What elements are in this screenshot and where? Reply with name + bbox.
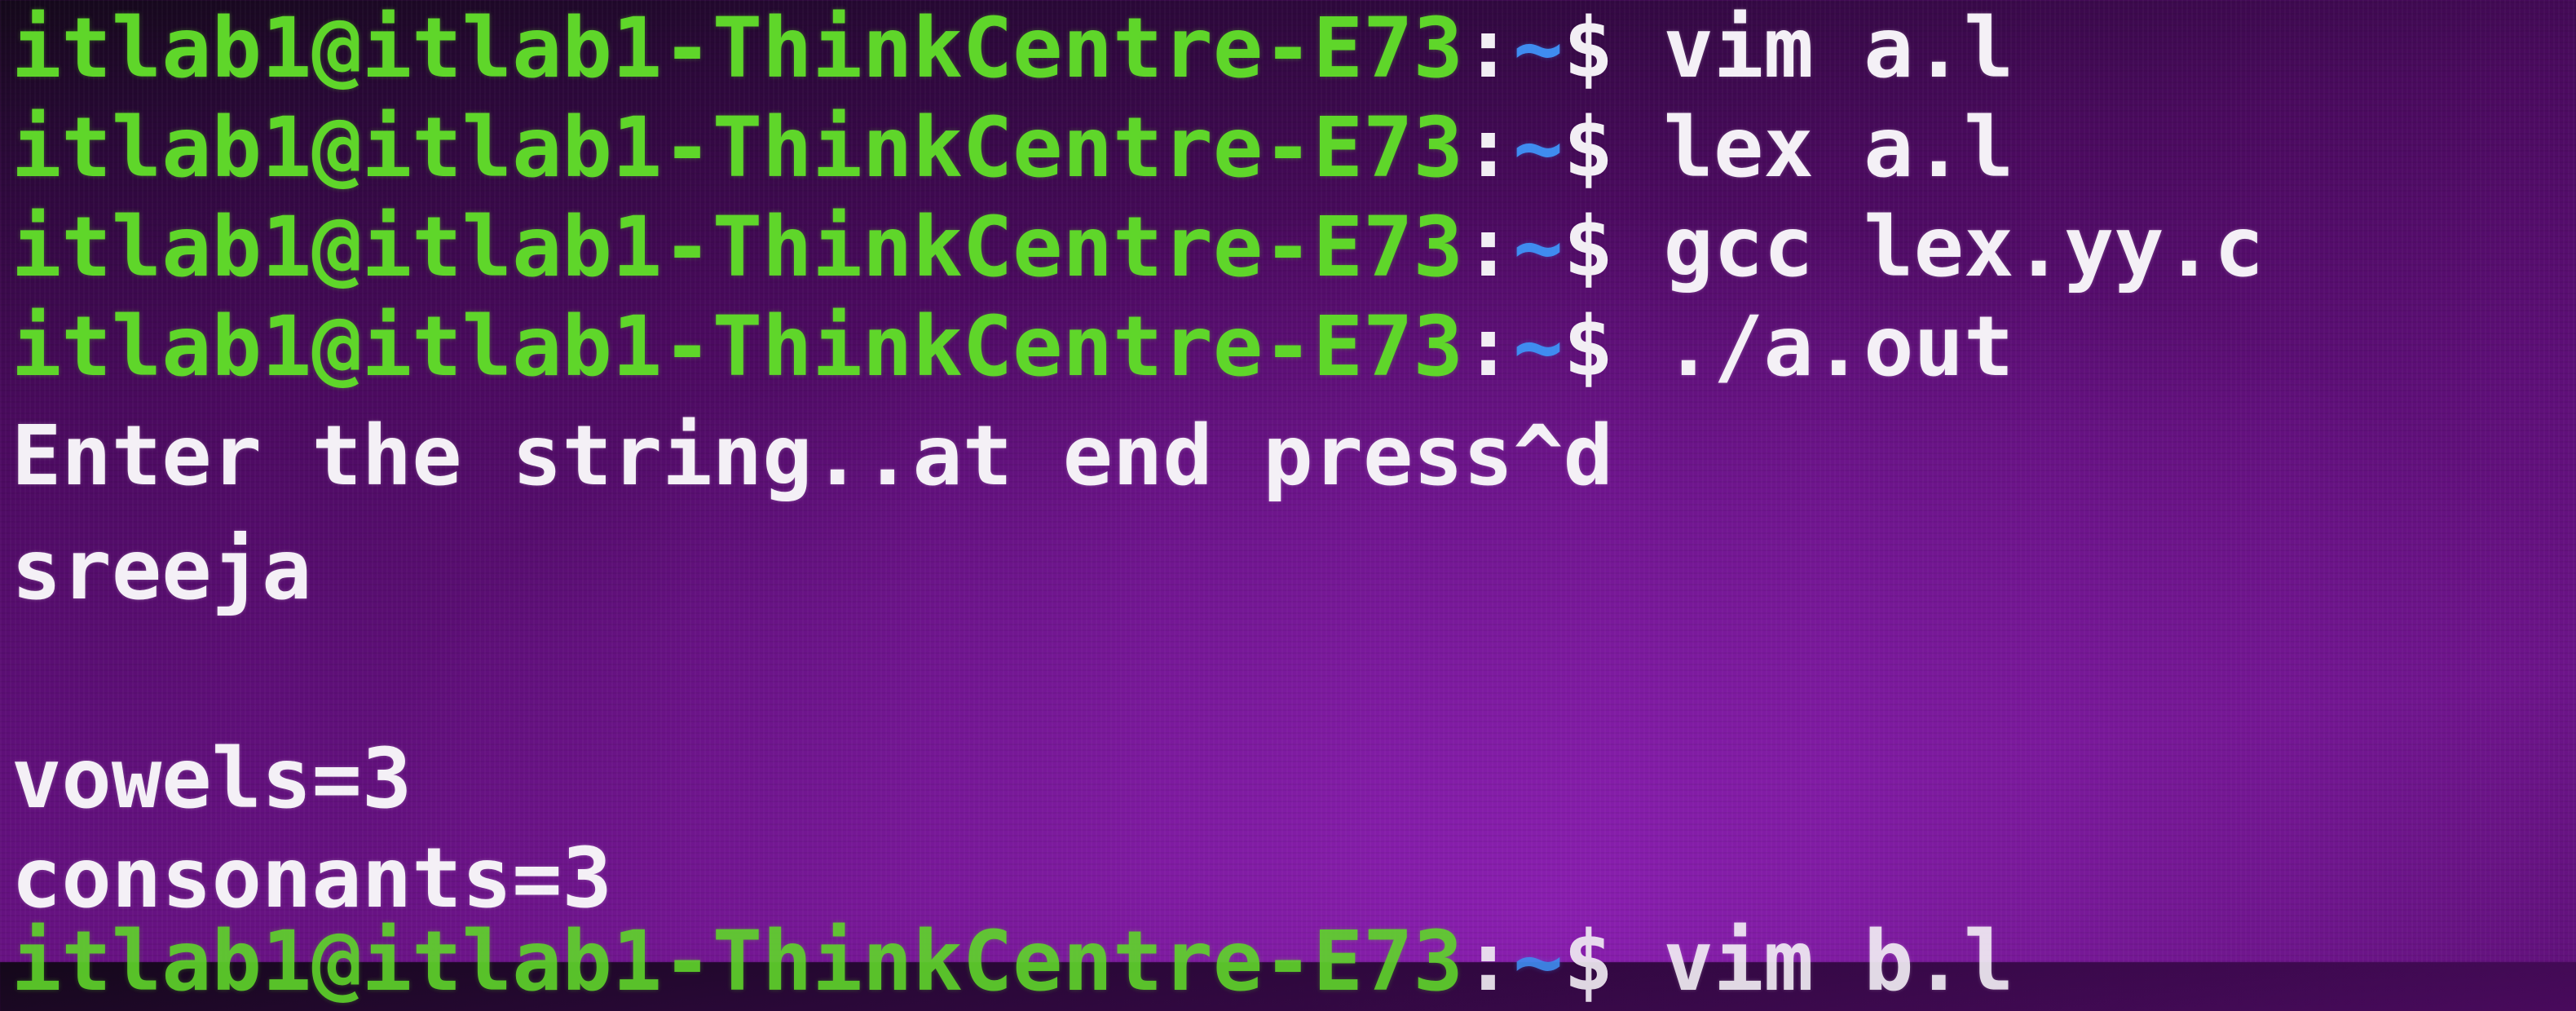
prompt-user-host: itlab1@itlab1-ThinkCentre-E73	[11, 99, 1463, 196]
prompt-separator: :	[1462, 298, 1514, 395]
command-text: vim a.l	[1663, 0, 2014, 97]
terminal-window[interactable]: itlab1@itlab1-ThinkCentre-E73:~$ vim a.l…	[0, 0, 2576, 1010]
command-text: gcc lex.yy.c	[1663, 199, 2265, 296]
prompt-user-host: itlab1@itlab1-ThinkCentre-E73	[11, 199, 1463, 296]
program-input-echo: sreeja	[11, 522, 312, 619]
prompt-symbol: $	[1563, 0, 1664, 97]
program-output-vowels: vowels=3	[11, 731, 412, 828]
terminal-line-4: itlab1@itlab1-ThinkCentre-E73:~$ ./a.out	[11, 298, 2014, 396]
prompt-path: ~	[1513, 298, 1564, 395]
prompt-symbol: $	[1563, 298, 1664, 395]
terminal-line-3: itlab1@itlab1-ThinkCentre-E73:~$ gcc lex…	[11, 199, 2264, 297]
prompt-separator: :	[1462, 199, 1514, 296]
prompt-path: ~	[1513, 99, 1564, 196]
command-text: ./a.out	[1663, 298, 2014, 395]
prompt-user-host: itlab1@itlab1-ThinkCentre-E73	[11, 0, 1463, 97]
prompt-symbol: $	[1563, 199, 1664, 296]
prompt-path: ~	[1513, 199, 1564, 296]
terminal-line-2: itlab1@itlab1-ThinkCentre-E73:~$ lex a.l	[11, 99, 2014, 197]
terminal-line-1: itlab1@itlab1-ThinkCentre-E73:~$ vim a.l	[11, 0, 2014, 98]
prompt-path: ~	[1513, 0, 1564, 97]
terminal-line-partial: itlab1@itlab1-ThinkCentre-E73:~$ vim b.l	[11, 913, 2014, 1011]
prompt-user-host: itlab1@itlab1-ThinkCentre-E73	[11, 298, 1463, 395]
prompt-separator: :	[1462, 0, 1514, 97]
prompt-separator: :	[1462, 99, 1514, 196]
program-output-instruction: Enter the string..at end press^d	[11, 408, 1614, 505]
command-text: lex a.l	[1663, 99, 2014, 196]
prompt-symbol: $	[1563, 99, 1664, 196]
